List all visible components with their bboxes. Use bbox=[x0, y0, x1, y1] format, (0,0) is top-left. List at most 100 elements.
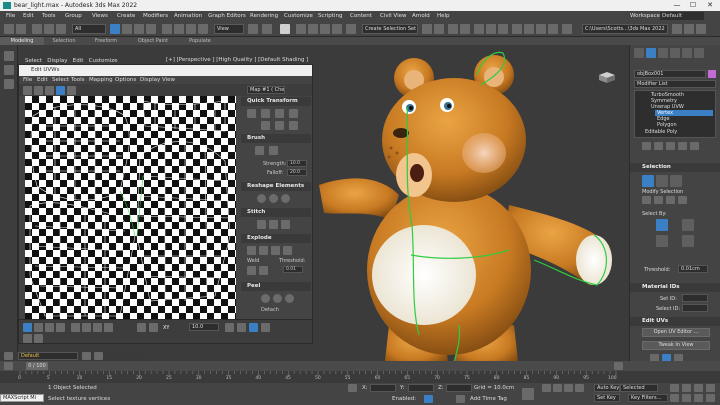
scene-explorer-icon[interactable] bbox=[684, 24, 694, 34]
undo-icon[interactable] bbox=[4, 24, 14, 34]
material-ids-header[interactable]: Material IDs bbox=[630, 283, 720, 292]
menu-civil-view[interactable]: Civil View bbox=[380, 13, 406, 19]
polygon-mode-icon[interactable] bbox=[670, 175, 682, 187]
named-selection-icon[interactable] bbox=[346, 24, 356, 34]
field-of-view-icon[interactable] bbox=[670, 394, 679, 402]
menu-group[interactable]: Group bbox=[65, 13, 82, 19]
tab-freeform[interactable]: Freeform bbox=[84, 37, 128, 45]
uv-rotate-icon[interactable] bbox=[34, 86, 43, 95]
space-vertical-icon[interactable] bbox=[275, 121, 284, 130]
percent-snap-icon[interactable] bbox=[320, 24, 330, 34]
layer-add-icon[interactable] bbox=[82, 352, 91, 360]
peel-mode-icon[interactable] bbox=[273, 294, 282, 303]
zoom-extents-icon[interactable] bbox=[249, 323, 258, 332]
pan-icon[interactable] bbox=[237, 323, 246, 332]
threshold-cp-field[interactable]: 0.01cm bbox=[678, 265, 708, 273]
uv-menu-mapping[interactable]: Mapping bbox=[89, 77, 113, 83]
selection-set-dropdown[interactable]: Create Selection Set bbox=[362, 24, 418, 34]
zoom-extents-all-icon[interactable] bbox=[706, 384, 715, 392]
zoom-icon[interactable] bbox=[225, 323, 234, 332]
add-time-tag[interactable]: Add Time Tag bbox=[470, 396, 507, 402]
loop-icon[interactable] bbox=[666, 196, 675, 204]
quick-peel-icon[interactable] bbox=[261, 294, 270, 303]
menu-help[interactable]: Help bbox=[437, 13, 450, 19]
select-manipulate-icon[interactable] bbox=[262, 24, 272, 34]
render-cloud-icon[interactable] bbox=[548, 24, 558, 34]
a360-icon[interactable] bbox=[562, 24, 572, 34]
pin-stack-icon[interactable] bbox=[642, 142, 651, 150]
snaps-toggle-icon[interactable] bbox=[296, 24, 306, 34]
set-key-icon[interactable] bbox=[522, 388, 534, 400]
keyboard-shortcut-icon[interactable] bbox=[280, 24, 290, 34]
uv-menu-edit[interactable]: Edit bbox=[37, 77, 48, 83]
key-selection-dropdown[interactable]: Selected bbox=[620, 384, 658, 392]
menu-scripting[interactable]: Scripting bbox=[318, 13, 342, 19]
uv-map-dropdown[interactable]: Map #1 ( Checker ) bbox=[247, 86, 285, 94]
strength-spinner[interactable]: 10.0 bbox=[287, 160, 307, 167]
point-to-point-seam-icon[interactable] bbox=[656, 235, 668, 247]
break-icon[interactable] bbox=[247, 246, 256, 255]
project-folder-icon[interactable] bbox=[672, 24, 682, 34]
space-horizontal-icon[interactable] bbox=[261, 121, 270, 130]
orbit-icon[interactable] bbox=[694, 394, 703, 402]
render-icon[interactable] bbox=[536, 24, 546, 34]
falloff-spinner[interactable]: 20.0 bbox=[287, 169, 307, 176]
move-icon[interactable] bbox=[162, 24, 172, 34]
weld-target-icon[interactable] bbox=[259, 266, 268, 275]
window-crossing-icon[interactable] bbox=[146, 24, 156, 34]
layer-select-icon[interactable] bbox=[94, 352, 103, 360]
reshape-elements-header[interactable]: Reshape Elements bbox=[241, 182, 311, 191]
next-frame-icon[interactable] bbox=[575, 384, 584, 392]
timeline-prev-icon[interactable] bbox=[4, 362, 13, 370]
tab-populate[interactable]: Populate bbox=[178, 37, 222, 45]
grid-icon[interactable] bbox=[261, 323, 270, 332]
layer-manager-icon[interactable] bbox=[4, 352, 13, 360]
key-filters-button[interactable]: Key Filters... bbox=[628, 394, 668, 402]
motion-tab-icon[interactable] bbox=[670, 48, 680, 58]
utilities-tab-icon[interactable] bbox=[694, 48, 704, 58]
uv-menu-tools[interactable]: Tools bbox=[71, 77, 85, 83]
minimize-button[interactable]: — bbox=[670, 1, 684, 10]
stitch-header[interactable]: Stitch bbox=[241, 208, 311, 217]
uv-editor-canvas[interactable] bbox=[25, 96, 236, 319]
uv-move-icon[interactable] bbox=[23, 86, 32, 95]
grow-selection-icon[interactable] bbox=[71, 323, 80, 332]
ribbon-toggle-icon[interactable] bbox=[460, 24, 470, 34]
scale-icon[interactable] bbox=[186, 24, 196, 34]
select-id-field[interactable] bbox=[682, 304, 708, 312]
relax-settings-icon[interactable] bbox=[281, 194, 290, 203]
menu-animation[interactable]: Animation bbox=[174, 13, 202, 19]
link-icon[interactable] bbox=[32, 24, 42, 34]
stack-editable-poly[interactable]: Editable Poly bbox=[645, 129, 677, 135]
vertex-mode-icon[interactable] bbox=[642, 175, 654, 187]
menu-tools[interactable]: Tools bbox=[42, 13, 56, 19]
explode-options-icon[interactable] bbox=[283, 246, 292, 255]
tab-selection[interactable]: Selection bbox=[44, 37, 84, 45]
element-select-icon[interactable] bbox=[56, 323, 65, 332]
uv-menu-view[interactable]: View bbox=[162, 77, 175, 83]
time-tag-icon[interactable] bbox=[456, 395, 465, 403]
menu-views[interactable]: Views bbox=[92, 13, 108, 19]
align-vertical-icon[interactable] bbox=[275, 109, 284, 118]
uv-menu-file[interactable]: File bbox=[23, 77, 32, 83]
x-coord-field[interactable] bbox=[370, 384, 396, 392]
select-by-name-icon[interactable] bbox=[122, 24, 132, 34]
stitch-source-icon[interactable] bbox=[281, 220, 290, 229]
z-coord-field[interactable] bbox=[446, 384, 472, 392]
uv-menu-options[interactable]: Options bbox=[115, 77, 136, 83]
display-tab-icon[interactable] bbox=[682, 48, 692, 58]
tab-modeling[interactable]: Modeling bbox=[0, 37, 44, 45]
menu-file[interactable]: File bbox=[6, 13, 15, 19]
brush-header[interactable]: Brush bbox=[241, 134, 311, 143]
peel-header[interactable]: Peel bbox=[241, 282, 311, 291]
ignore-backfacing-icon[interactable] bbox=[656, 219, 668, 231]
modify-tab-icon[interactable] bbox=[646, 48, 656, 58]
vertex-select-icon[interactable] bbox=[23, 323, 32, 332]
soft-select-icon[interactable] bbox=[23, 334, 32, 343]
create-tab-icon[interactable] bbox=[634, 48, 644, 58]
lock-selection-icon[interactable] bbox=[137, 323, 146, 332]
edit-uvs-header[interactable]: Edit UVs bbox=[630, 317, 720, 326]
rendered-frame-icon[interactable] bbox=[524, 24, 534, 34]
hierarchy-tab-icon[interactable] bbox=[658, 48, 668, 58]
scene-explorer-toggle-icon[interactable] bbox=[4, 51, 14, 61]
